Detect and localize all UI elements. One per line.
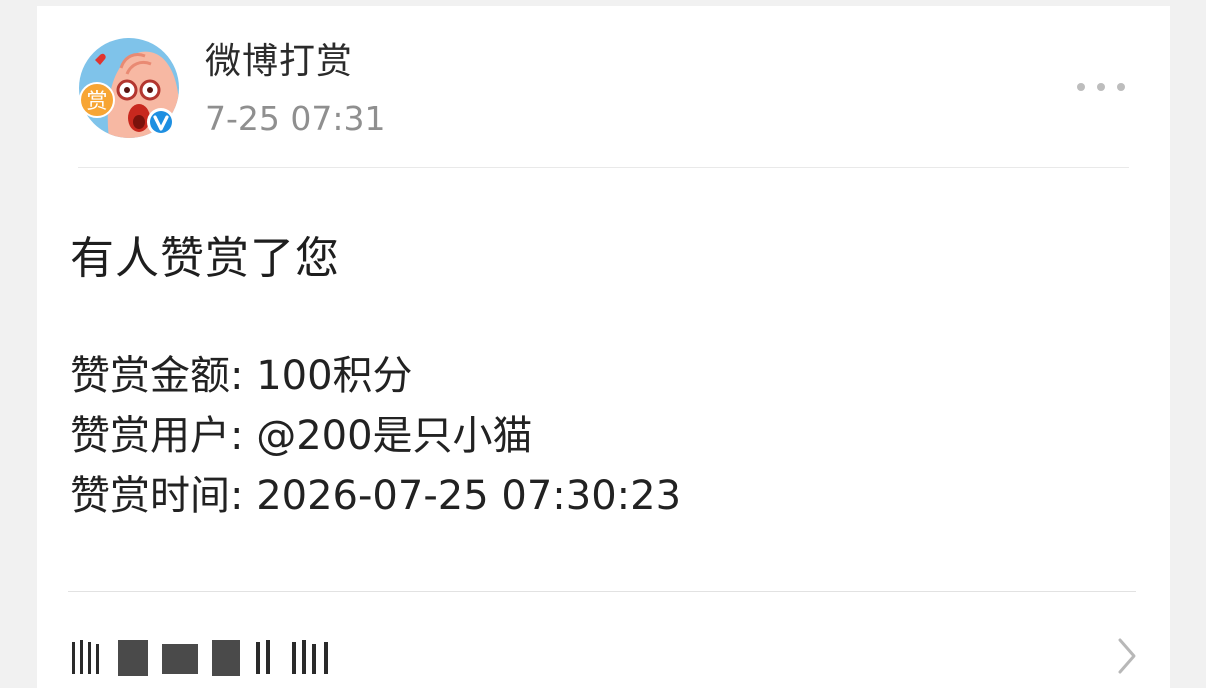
verified-v-icon [147, 108, 175, 136]
header-divider [78, 167, 1129, 168]
reward-details: 赞赏金额: 100积分 赞赏用户: @200是只小猫 赞赏时间: 2026-07… [70, 346, 681, 526]
avatar-badge-text: 赏 [87, 89, 108, 113]
reward-time-line: 赞赏时间: 2026-07-25 07:30:23 [70, 473, 682, 519]
redacted-link-text [72, 640, 328, 676]
account-avatar[interactable]: 赏 [79, 38, 179, 138]
more-dots-icon[interactable] [1071, 72, 1131, 102]
view-details-link[interactable] [68, 606, 1148, 688]
reward-amount-line: 赞赏金额: 100积分 [70, 353, 413, 399]
account-name[interactable]: 微博打赏 [205, 40, 353, 84]
post-timestamp: 7-25 07:31 [205, 99, 386, 138]
notification-card: 赏 微博打赏 7-25 07:31 有人赞赏了您 赞赏金额: 100积分 赞赏用… [37, 6, 1170, 688]
notification-title: 有人赞赏了您 [70, 233, 340, 284]
chevron-right-icon [1118, 638, 1136, 674]
footer-divider [68, 591, 1136, 592]
reward-user-line[interactable]: 赞赏用户: @200是只小猫 [70, 406, 681, 466]
